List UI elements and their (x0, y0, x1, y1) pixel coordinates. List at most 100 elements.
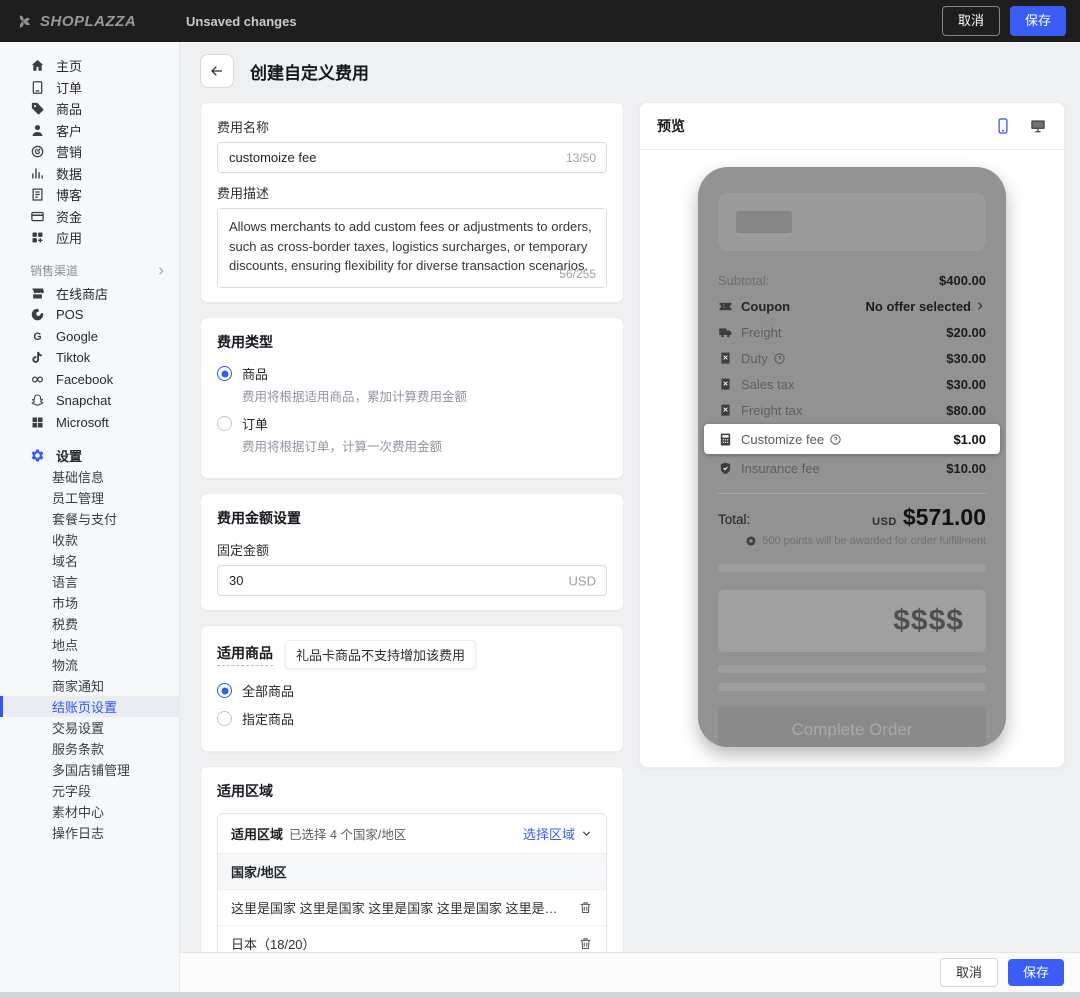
sidebar-channel-item[interactable]: Snapchat (0, 390, 179, 412)
google-icon: G (30, 329, 45, 344)
sidebar-item[interactable]: 营销 (0, 141, 179, 163)
sidebar-settings-item[interactable]: 多国店铺管理 (0, 759, 179, 780)
product-scope-option[interactable]: 全部商品 (217, 681, 607, 700)
fixed-amount-input[interactable] (217, 565, 607, 596)
sidebar-settings-item[interactable]: 语言 (0, 571, 179, 592)
sidebar-main-nav: 主页 订单 商品 客户 营销 数据 博客 资金 (0, 55, 179, 249)
sidebar-item[interactable]: 主页 (0, 55, 179, 77)
sidebar-channel-item[interactable]: Facebook (0, 369, 179, 391)
fee-type-option[interactable]: 订单 费用将根据订单，计算一次费用金额 (217, 414, 607, 455)
radio-icon[interactable] (217, 366, 232, 381)
footer-cancel-button[interactable]: 取消 (940, 958, 998, 988)
shield-icon (718, 461, 733, 476)
radio-icon[interactable] (217, 711, 232, 726)
sidebar-channel-item[interactable]: Microsoft (0, 412, 179, 434)
save-button[interactable]: 保存 (1010, 6, 1066, 36)
sidebar-channel-item[interactable]: POS (0, 304, 179, 326)
skeleton-bar (718, 665, 986, 673)
fee-desc-textarea[interactable]: Allows merchants to add custom fees or a… (217, 208, 607, 288)
sidebar-settings-item[interactable]: 套餐与支付 (0, 508, 179, 529)
sidebar-item[interactable]: 数据 (0, 163, 179, 185)
trash-icon[interactable] (578, 936, 593, 951)
mobile-preview-icon[interactable] (994, 117, 1012, 135)
facebook-icon (30, 372, 45, 387)
sidebar-settings-nav: 基础信息 员工管理 套餐与支付 收款 域名 语言 市场 税费 地点 物流 商家通… (0, 467, 179, 843)
footer-save-button[interactable]: 保存 (1008, 959, 1064, 987)
sidebar-settings-item[interactable]: 市场 (0, 592, 179, 613)
fee-value: $400.00 (939, 273, 986, 288)
sidebar-settings-item[interactable]: 元字段 (0, 780, 179, 801)
sidebar-settings-item[interactable]: 税费 (0, 613, 179, 634)
marketing-icon (30, 144, 45, 159)
receipt-icon (718, 403, 733, 418)
fee-label: Freight tax (741, 403, 802, 418)
preview-title: 预览 (657, 116, 685, 136)
sidebar-settings-item-label: 套餐与支付 (52, 509, 117, 528)
sidebar-item[interactable]: 客户 (0, 120, 179, 142)
preview-fee-row: Customize fee $1.00 (704, 424, 1000, 454)
fee-name-counter: 13/50 (566, 151, 596, 165)
sidebar-item[interactable]: 博客 (0, 184, 179, 206)
sidebar-settings-item[interactable]: 交易设置 (0, 717, 179, 738)
divider (718, 493, 986, 494)
fee-type-option[interactable]: 商品 费用将根据适用商品，累加计算费用金额 (217, 364, 607, 405)
desktop-preview-icon[interactable] (1029, 117, 1047, 135)
sidebar-settings-item[interactable]: 素材中心 (0, 801, 179, 822)
fee-value: $80.00 (946, 403, 986, 418)
sidebar-item[interactable]: 订单 (0, 77, 179, 99)
sidebar-settings-item[interactable]: 域名 (0, 550, 179, 571)
sidebar-settings-item[interactable]: 物流 (0, 655, 179, 676)
sidebar-channel-item[interactable]: G Google (0, 326, 179, 348)
sidebar-item[interactable]: 应用 (0, 227, 179, 249)
fee-type-options: 商品 费用将根据适用商品，累加计算费用金额 订单 费用将根据订单，计算一次费用金… (217, 364, 607, 455)
sidebar-settings-item-label: 基础信息 (52, 467, 104, 486)
sidebar-settings-item-label: 元字段 (52, 781, 91, 800)
sidebar-settings-item-label: 语言 (52, 572, 78, 591)
regions-box: 适用区域 已选择 4 个国家/地区 选择区域 国家/地区 这里是国家 这里是国家… (217, 813, 607, 952)
radio-icon[interactable] (217, 683, 232, 698)
sidebar-channel-label: Microsoft (56, 415, 109, 430)
sidebar-settings-item[interactable]: 结账页设置 (0, 696, 179, 717)
region-row: 这里是国家 这里是国家 这里是国家 这里是国家 这里是国家 这里是国... (218, 890, 606, 926)
preview-fee-row: Coupon No offer selected (718, 293, 986, 319)
giftcard-note-badge: 礼品卡商品不支持增加该费用 (285, 640, 476, 669)
fee-name-input[interactable] (217, 142, 607, 173)
payment-placeholder-box: $$$$ (718, 590, 986, 652)
preview-card: 预览 (639, 102, 1065, 768)
sidebar-settings-item[interactable]: 收款 (0, 529, 179, 550)
sales-channels-header[interactable]: 销售渠道 (0, 259, 179, 283)
choose-region-link[interactable]: 选择区域 (523, 824, 593, 843)
radio-label: 指定商品 (242, 709, 294, 728)
sidebar-settings-item[interactable]: 商家通知 (0, 675, 179, 696)
sidebar-channel-item[interactable]: 在线商店 (0, 283, 179, 305)
trash-icon[interactable] (578, 900, 593, 915)
sidebar-item-label: 营销 (56, 142, 82, 161)
sidebar-settings-item[interactable]: 员工管理 (0, 487, 179, 508)
sales-channels-label: 销售渠道 (30, 262, 78, 279)
sidebar-settings-item[interactable]: 服务条款 (0, 738, 179, 759)
radio-icon[interactable] (217, 416, 232, 431)
gear-icon (30, 448, 45, 463)
sidebar-settings-item[interactable]: 地点 (0, 634, 179, 655)
sidebar-settings-item[interactable]: 操作日志 (0, 822, 179, 843)
fee-label: Freight (741, 325, 781, 340)
cancel-button[interactable]: 取消 (942, 6, 1000, 36)
sidebar-item[interactable]: 商品 (0, 98, 179, 120)
skeleton-bar (718, 564, 986, 572)
sidebar-settings-item-label: 地点 (52, 635, 78, 654)
sidebar-channel-item[interactable]: Tiktok (0, 347, 179, 369)
currency-suffix: USD (569, 573, 596, 588)
radio-description: 费用将根据订单，计算一次费用金额 (242, 436, 607, 455)
sidebar-item-settings[interactable]: 设置 (0, 445, 179, 467)
sidebar-item[interactable]: 资金 (0, 206, 179, 228)
sidebar-settings-item[interactable]: 基础信息 (0, 467, 179, 488)
info-icon (773, 352, 786, 365)
microsoft-icon (30, 415, 45, 430)
sidebar-settings-item-label: 税费 (52, 614, 78, 633)
product-scope-option[interactable]: 指定商品 (217, 709, 607, 728)
region-row: 日本（18/20） (218, 926, 606, 952)
back-button[interactable] (200, 54, 234, 88)
regions-selector-label: 适用区域 (231, 824, 283, 843)
preview-logo-placeholder (736, 211, 792, 233)
back-arrow-icon (209, 63, 225, 79)
